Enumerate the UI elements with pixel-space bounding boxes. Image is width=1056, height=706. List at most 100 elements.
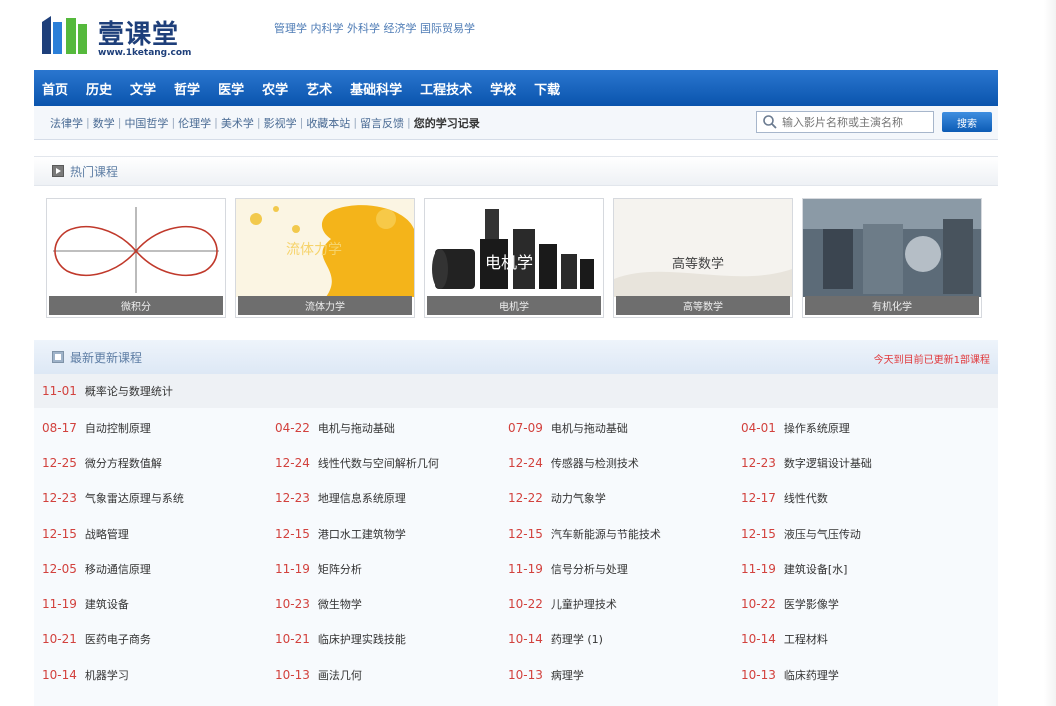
separator: | xyxy=(86,116,90,129)
list-item[interactable]: 12-15 液压与气压传动 xyxy=(741,526,974,542)
course-row: 12-15 战略管理 12-15 港口水工建筑物学 12-15 汽车新能源与节能技术 … xyxy=(42,516,998,551)
list-item[interactable]: 10-14 工程材料 xyxy=(741,631,974,647)
nav-engineering[interactable]: 工程技术 xyxy=(420,79,472,98)
nav-home[interactable]: 首页 xyxy=(42,79,68,98)
list-item[interactable]: 12-17 线性代数 xyxy=(741,490,974,506)
subnav-law[interactable]: 法律学 xyxy=(50,115,83,131)
subnav-math[interactable]: 数学 xyxy=(93,115,115,131)
course-date: 12-25 xyxy=(42,455,77,470)
separator: | xyxy=(117,116,122,129)
course-title: 画法几何 xyxy=(317,668,362,682)
nav-philosophy[interactable]: 哲学 xyxy=(174,79,200,98)
list-item[interactable]: 04-01 操作系统原理 xyxy=(741,420,974,436)
list-item[interactable]: 12-23 气象雷达原理与系统 xyxy=(42,490,275,506)
course-caption: 电机学 xyxy=(427,296,601,315)
list-item[interactable]: 12-05 移动通信原理 xyxy=(42,561,275,577)
course-title: 矩阵分析 xyxy=(317,562,362,576)
course-date: 12-24 xyxy=(508,455,543,470)
nav-basic-science[interactable]: 基础科学 xyxy=(350,79,402,98)
course-card-electric-machines[interactable]: 电机学 电机学 xyxy=(424,198,604,318)
course-title: 建筑设备[水] xyxy=(783,562,848,576)
list-item[interactable]: 10-22 儿童护理技术 xyxy=(508,596,741,612)
course-card-calculus[interactable]: 微积分 xyxy=(46,198,226,318)
search-input[interactable] xyxy=(782,115,932,129)
course-date: 11-19 xyxy=(42,597,77,612)
nav-medicine[interactable]: 医学 xyxy=(218,79,244,98)
subnav-chinese-philosophy[interactable]: 中国哲学 xyxy=(124,115,168,131)
list-item[interactable]: 12-15 汽车新能源与节能技术 xyxy=(508,526,741,542)
course-date: 12-15 xyxy=(275,526,310,541)
list-item[interactable]: 11-19 矩阵分析 xyxy=(275,561,508,577)
nav-agriculture[interactable]: 农学 xyxy=(262,79,288,98)
nav-literature[interactable]: 文学 xyxy=(130,79,156,98)
course-title: 微生物学 xyxy=(317,598,362,612)
course-title: 港口水工建筑物学 xyxy=(317,527,406,541)
course-date: 10-13 xyxy=(508,667,543,682)
course-date: 10-14 xyxy=(741,632,776,647)
course-card-organic-chemistry[interactable]: 有机化学 xyxy=(802,198,982,318)
course-date: 04-22 xyxy=(275,420,310,435)
site-logo[interactable]: 壹课堂 www.1ketang.com xyxy=(42,14,192,60)
list-item[interactable]: 10-13 临床药理学 xyxy=(741,667,974,683)
list-item[interactable]: 11-19 信号分析与处理 xyxy=(508,561,741,577)
list-item[interactable]: 08-17 自动控制原理 xyxy=(42,420,275,436)
course-card-advanced-math[interactable]: 高等数学 高等数学 xyxy=(613,198,793,318)
search-icon xyxy=(763,115,777,129)
list-item[interactable]: 12-15 战略管理 xyxy=(42,526,275,542)
list-item[interactable]: 12-15 港口水工建筑物学 xyxy=(275,526,508,542)
top-subject-links[interactable]: 管理学 内科学 外科学 经济学 国际贸易学 xyxy=(274,20,475,36)
course-date: 10-22 xyxy=(741,597,776,612)
list-item[interactable]: 10-23 微生物学 xyxy=(275,596,508,612)
list-item[interactable]: 11-01 概率论与数理统计 xyxy=(34,374,998,408)
course-title: 临床药理学 xyxy=(783,668,839,682)
course-date: 12-23 xyxy=(275,491,310,506)
subnav-bookmark[interactable]: 收藏本站 xyxy=(306,115,350,131)
nav-school[interactable]: 学校 xyxy=(490,79,516,98)
course-title: 移动通信原理 xyxy=(84,562,151,576)
course-row: 08-17 自动控制原理 04-22 电机与拖动基础 07-09 电机与拖动基础 04… xyxy=(42,410,998,445)
list-item[interactable]: 12-24 线性代数与空间解析几何 xyxy=(275,455,508,471)
course-title: 微分方程数值解 xyxy=(84,456,162,470)
separator: | xyxy=(407,116,411,129)
nav-download[interactable]: 下载 xyxy=(534,79,560,98)
search-button[interactable]: 搜索 xyxy=(942,112,992,132)
list-item[interactable]: 04-22 电机与拖动基础 xyxy=(275,420,508,436)
list-item[interactable]: 10-21 临床护理实践技能 xyxy=(275,631,508,647)
list-item[interactable]: 10-13 画法几何 xyxy=(275,667,508,683)
section-icon xyxy=(52,351,64,363)
list-item[interactable]: 11-19 建筑设备 xyxy=(42,596,275,612)
list-item[interactable]: 10-14 机器学习 xyxy=(42,667,275,683)
course-grid: 08-17 自动控制原理 04-22 电机与拖动基础 07-09 电机与拖动基础 04… xyxy=(42,410,998,692)
list-item[interactable]: 10-13 病理学 xyxy=(508,667,741,683)
course-title: 传感器与检测技术 xyxy=(550,456,639,470)
course-row: 12-23 气象雷达原理与系统 12-23 地理信息系统原理 12-22 动力气象学 … xyxy=(42,481,998,516)
list-item[interactable]: 12-23 地理信息系统原理 xyxy=(275,490,508,506)
list-item[interactable]: 07-09 电机与拖动基础 xyxy=(508,420,741,436)
list-item[interactable]: 10-21 医药电子商务 xyxy=(42,631,275,647)
subnav-ethics[interactable]: 伦理学 xyxy=(178,115,211,131)
main-nav: 首页 历史 文学 哲学 医学 农学 艺术 基础科学 工程技术 学校 下载 xyxy=(34,70,998,106)
course-caption: 高等数学 xyxy=(616,296,790,315)
subnav-fine-arts[interactable]: 美术学 xyxy=(221,115,254,131)
course-row: 10-21 医药电子商务 10-21 临床护理实践技能 10-14 药理学 (1) 1… xyxy=(42,622,998,657)
list-item[interactable]: 10-14 药理学 (1) xyxy=(508,631,741,647)
nav-art[interactable]: 艺术 xyxy=(306,79,332,98)
course-title: 电机与拖动基础 xyxy=(550,421,628,435)
course-date: 12-15 xyxy=(741,526,776,541)
list-item[interactable]: 12-24 传感器与检测技术 xyxy=(508,455,741,471)
course-title: 医药电子商务 xyxy=(84,633,151,647)
search-box xyxy=(756,111,934,133)
subnav-film[interactable]: 影视学 xyxy=(264,115,297,131)
update-count-note: 今天到目前已更新1部课程 xyxy=(873,355,990,366)
list-item[interactable]: 12-22 动力气象学 xyxy=(508,490,741,506)
subnav-feedback[interactable]: 留言反馈 xyxy=(360,115,404,131)
nav-history[interactable]: 历史 xyxy=(86,79,112,98)
list-item[interactable]: 12-23 数字逻辑设计基础 xyxy=(741,455,974,471)
course-row: 12-25 微分方程数值解 12-24 线性代数与空间解析几何 12-24 传感器与检… xyxy=(42,445,998,480)
course-caption: 有机化学 xyxy=(805,296,979,315)
list-item[interactable]: 11-19 建筑设备[水] xyxy=(741,561,974,577)
list-item[interactable]: 10-22 医学影像学 xyxy=(741,596,974,612)
list-item[interactable]: 12-25 微分方程数值解 xyxy=(42,455,275,471)
subnav-history[interactable]: 您的学习记录 xyxy=(414,115,480,131)
course-card-fluid-mechanics[interactable]: 流体力学 流体力学 xyxy=(235,198,415,318)
